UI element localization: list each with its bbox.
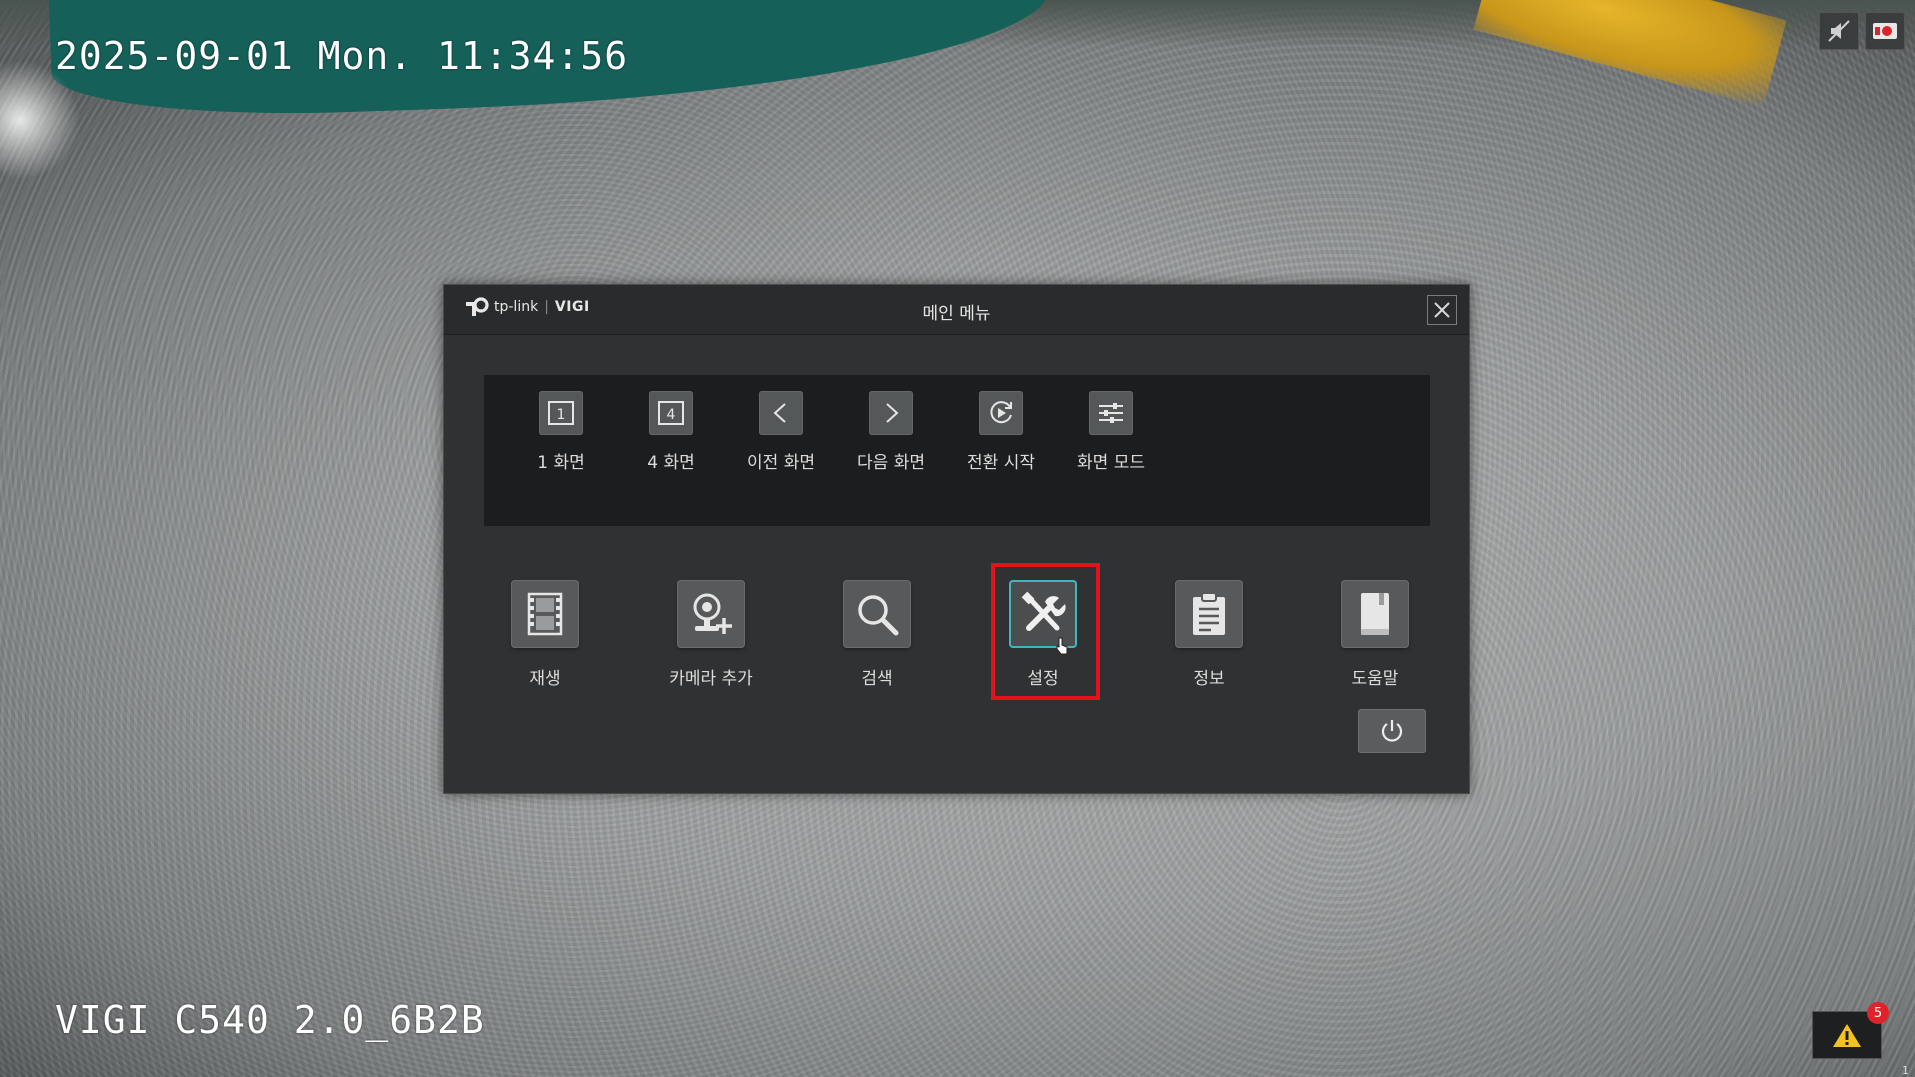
quick-item-screen-mode[interactable]: 화면 모드 bbox=[1056, 391, 1166, 473]
quick-item-1-screen[interactable]: 1 1 화면 bbox=[506, 391, 616, 473]
quick-icon-wrap bbox=[869, 391, 913, 435]
selection-highlight bbox=[991, 563, 1100, 700]
film-icon bbox=[527, 592, 563, 636]
quick-icon-wrap bbox=[979, 391, 1023, 435]
close-icon bbox=[1434, 302, 1450, 318]
main-icon-wrap bbox=[843, 580, 911, 648]
osd-camera-name: VIGI C540 2.0_6B2B bbox=[55, 998, 485, 1042]
quick-icon-wrap bbox=[1089, 391, 1133, 435]
menu-item-search[interactable]: 검색 bbox=[807, 580, 947, 689]
quick-actions-panel: 1 1 화면 4 4 화면 이전 화면 다음 화면 전환 시작 화면 모드 bbox=[484, 375, 1430, 526]
main-menu-dialog: tp-link | VIGI 메인 메뉴 1 1 화면 4 4 화면 이전 화면… bbox=[443, 284, 1470, 794]
main-icon-wrap bbox=[1175, 580, 1243, 648]
quick-item-start-sequence[interactable]: 전환 시작 bbox=[946, 391, 1056, 473]
single-screen-icon: 1 bbox=[548, 401, 574, 425]
warning-icon bbox=[1833, 1024, 1861, 1047]
menu-item-help[interactable]: 도움말 bbox=[1305, 580, 1445, 689]
main-icon-wrap bbox=[511, 580, 579, 648]
menu-label: 정보 bbox=[1193, 669, 1225, 689]
dialog-header: tp-link | VIGI 메인 메뉴 bbox=[444, 285, 1469, 335]
add-camera-icon bbox=[693, 593, 732, 634]
osd-datetime: 2025-09-01 Mon. 11:34:56 bbox=[55, 34, 629, 78]
mute-audio-button[interactable] bbox=[1819, 12, 1859, 50]
chevron-left-icon bbox=[773, 403, 786, 423]
menu-item-playback[interactable]: 재생 bbox=[475, 580, 615, 689]
alarm-button[interactable]: 5 bbox=[1812, 1002, 1889, 1059]
quick-label: 다음 화면 bbox=[857, 453, 925, 473]
quick-label: 1 화면 bbox=[537, 453, 585, 473]
menu-label: 도움말 bbox=[1351, 669, 1399, 689]
quick-label: 화면 모드 bbox=[1077, 453, 1145, 473]
record-icon bbox=[1873, 23, 1897, 39]
mute-audio-icon bbox=[1828, 20, 1850, 42]
menu-item-information[interactable]: 정보 bbox=[1139, 580, 1279, 689]
menu-label: 재생 bbox=[529, 669, 561, 689]
book-icon bbox=[1361, 593, 1389, 635]
main-icon-wrap bbox=[677, 580, 745, 648]
menu-label: 검색 bbox=[861, 669, 893, 689]
quick-icon-wrap: 4 bbox=[649, 391, 693, 435]
power-button[interactable] bbox=[1358, 709, 1426, 753]
svg-text:4: 4 bbox=[667, 407, 676, 423]
alarm-count-badge: 5 bbox=[1867, 1002, 1889, 1024]
dialog-title: 메인 메뉴 bbox=[922, 304, 991, 324]
top-right-controls bbox=[1819, 12, 1905, 50]
quick-label: 이전 화면 bbox=[747, 453, 815, 473]
quad-screen-icon: 4 bbox=[658, 401, 684, 425]
quick-label: 전환 시작 bbox=[967, 453, 1035, 473]
mouse-cursor-icon bbox=[1056, 637, 1068, 655]
svg-text:1: 1 bbox=[557, 407, 566, 423]
power-icon bbox=[1381, 720, 1403, 742]
sequence-refresh-icon bbox=[990, 401, 1012, 424]
search-icon bbox=[858, 595, 899, 636]
quick-item-4-screen[interactable]: 4 4 화면 bbox=[616, 391, 726, 473]
quick-icon-wrap: 1 bbox=[539, 391, 583, 435]
close-button[interactable] bbox=[1427, 295, 1457, 325]
quick-icon-wrap bbox=[759, 391, 803, 435]
sliders-icon bbox=[1099, 403, 1123, 423]
clipboard-icon bbox=[1193, 592, 1225, 635]
corner-number: 1 bbox=[1902, 1064, 1909, 1077]
quick-label: 4 화면 bbox=[647, 453, 695, 473]
chevron-right-icon bbox=[886, 403, 899, 423]
menu-label: 카메라 추가 bbox=[669, 669, 753, 689]
quick-item-next-screen[interactable]: 다음 화면 bbox=[836, 391, 946, 473]
menu-item-add-camera[interactable]: 카메라 추가 bbox=[641, 580, 781, 689]
feed-highlight bbox=[0, 60, 80, 180]
record-button[interactable] bbox=[1865, 12, 1905, 50]
quick-item-previous-screen[interactable]: 이전 화면 bbox=[726, 391, 836, 473]
main-icon-wrap bbox=[1341, 580, 1409, 648]
feed-yellow-object bbox=[1473, 0, 1787, 108]
